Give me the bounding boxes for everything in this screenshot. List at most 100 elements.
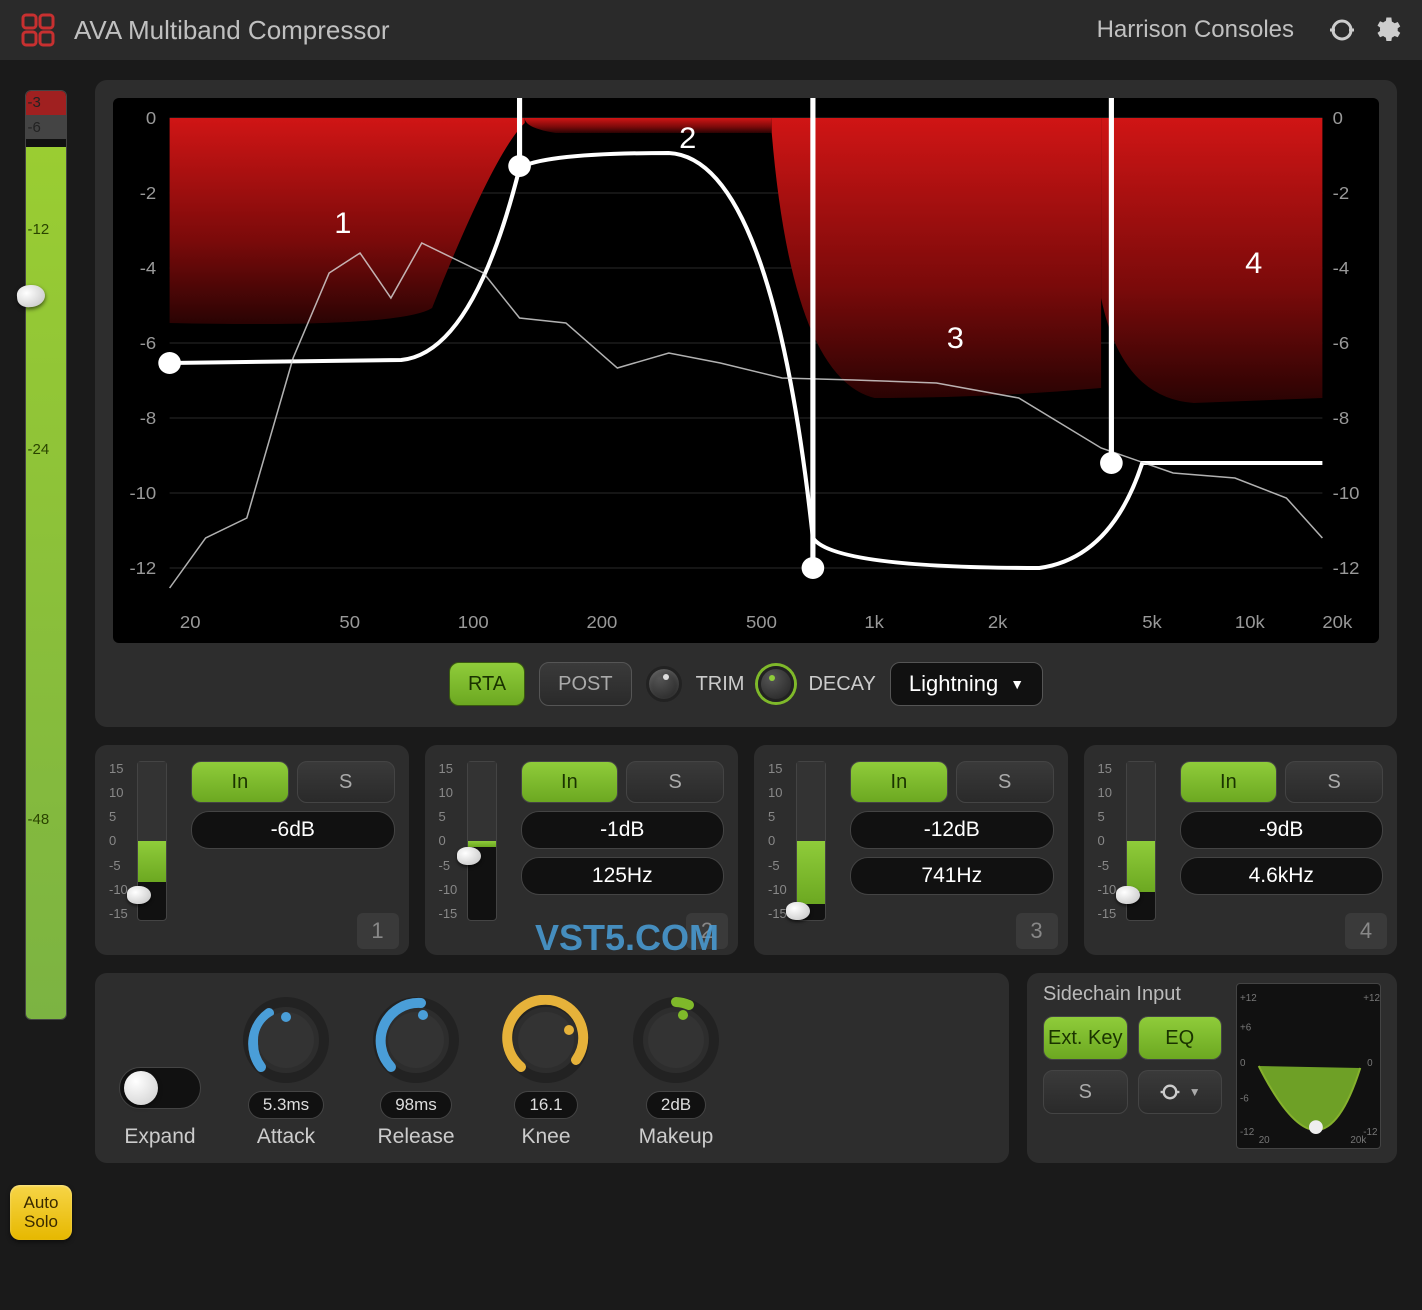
svg-text:-12: -12: [1240, 1127, 1254, 1138]
svg-text:-8: -8: [1333, 407, 1349, 428]
svg-text:-10: -10: [129, 482, 156, 503]
sc-solo-button[interactable]: S: [1043, 1070, 1128, 1114]
svg-text:-4: -4: [1333, 257, 1349, 278]
expand-label: Expand: [124, 1125, 195, 1149]
band-2-meter[interactable]: [467, 761, 497, 921]
svg-text:20: 20: [180, 611, 201, 632]
auto-solo-button[interactable]: Auto Solo: [10, 1185, 72, 1240]
rta-controls: RTA POST TRIM DECAY Lightning ▼: [113, 659, 1379, 709]
svg-text:+12: +12: [1240, 993, 1257, 1004]
band-2-number: 2: [686, 913, 728, 949]
svg-text:4: 4: [1245, 246, 1262, 280]
band-1-handle[interactable]: [127, 886, 151, 904]
svg-text:3: 3: [947, 321, 964, 355]
band-3-gain[interactable]: -12dB: [850, 811, 1054, 849]
svg-text:0: 0: [1333, 107, 1343, 128]
svg-text:0: 0: [1367, 1058, 1373, 1069]
sidechain-title: Sidechain Input: [1043, 983, 1222, 1006]
compressor-controls: Expand 5.3ms Attack 98ms Release: [95, 973, 1009, 1163]
band-4-in-button[interactable]: In: [1180, 761, 1278, 803]
band-3-handle[interactable]: [786, 902, 810, 920]
band-4-number: 4: [1345, 913, 1387, 949]
app-title: AVA Multiband Compressor: [74, 15, 1097, 46]
app-logo: [20, 12, 56, 48]
decay-preset-dropdown[interactable]: Lightning ▼: [890, 662, 1043, 706]
band-3-meter[interactable]: [796, 761, 826, 921]
sc-eq-button[interactable]: EQ: [1138, 1016, 1223, 1060]
svg-text:0: 0: [1240, 1058, 1246, 1069]
post-button[interactable]: POST: [539, 662, 631, 706]
sidechain-panel: Sidechain Input Ext. Key EQ S ▼: [1027, 973, 1397, 1163]
attack-value[interactable]: 5.3ms: [248, 1091, 324, 1119]
band-2-handle[interactable]: [457, 847, 481, 865]
header-bar: AVA Multiband Compressor Harrison Consol…: [0, 0, 1422, 60]
svg-text:-2: -2: [140, 182, 156, 203]
spectrum-graph[interactable]: 1 2 3 4 0-2-4-6-8-10-12 0-2-4-6-8-10-12 …: [113, 98, 1379, 643]
svg-text:20k: 20k: [1322, 611, 1353, 632]
sidechain-eq-graph[interactable]: +12+60-6-12 +120-12 2020k: [1236, 983, 1381, 1149]
sc-listen-dropdown[interactable]: ▼: [1138, 1070, 1223, 1114]
band-1-number: 1: [357, 913, 399, 949]
svg-text:20k: 20k: [1350, 1135, 1366, 1146]
gear-icon[interactable]: [1370, 14, 1402, 46]
attack-knob[interactable]: [241, 995, 331, 1085]
release-knob[interactable]: [371, 995, 461, 1085]
expand-toggle[interactable]: [119, 1067, 201, 1109]
svg-text:1: 1: [334, 206, 351, 240]
attack-label: Attack: [257, 1125, 315, 1149]
svg-text:-6: -6: [1240, 1094, 1249, 1105]
rta-button[interactable]: RTA: [449, 662, 525, 706]
decay-knob[interactable]: [758, 666, 794, 702]
svg-text:-4: -4: [140, 257, 156, 278]
graph-panel: 1 2 3 4 0-2-4-6-8-10-12 0-2-4-6-8-10-12 …: [95, 80, 1397, 727]
makeup-value[interactable]: 2dB: [646, 1091, 706, 1119]
decay-label: DECAY: [808, 673, 875, 696]
band-4-gain[interactable]: -9dB: [1180, 811, 1384, 849]
svg-text:0: 0: [146, 107, 156, 128]
svg-text:-6: -6: [1333, 332, 1349, 353]
band-4-freq[interactable]: 4.6kHz: [1180, 857, 1384, 895]
svg-text:200: 200: [586, 611, 617, 632]
svg-text:100: 100: [458, 611, 489, 632]
band-1-gain[interactable]: -6dB: [191, 811, 395, 849]
band-panel-1: 151050-5-10-15 In S -6dB 1: [95, 745, 409, 955]
band-2-freq[interactable]: 125Hz: [521, 857, 725, 895]
band-panel-2: 151050-5-10-15 In S -1dB 125Hz 2: [425, 745, 739, 955]
band-2-in-button[interactable]: In: [521, 761, 619, 803]
band-3-in-button[interactable]: In: [850, 761, 948, 803]
release-label: Release: [377, 1125, 454, 1149]
svg-text:1k: 1k: [864, 611, 884, 632]
svg-text:20: 20: [1259, 1135, 1270, 1146]
trim-label: TRIM: [696, 673, 745, 696]
ext-key-button[interactable]: Ext. Key: [1043, 1016, 1128, 1060]
svg-text:+6: +6: [1240, 1022, 1252, 1033]
svg-text:2k: 2k: [988, 611, 1008, 632]
band-2-gain[interactable]: -1dB: [521, 811, 725, 849]
svg-text:+12: +12: [1363, 993, 1380, 1004]
band-4-handle[interactable]: [1116, 886, 1140, 904]
band-panel-3: 151050-5-10-15 In S -12dB 741Hz 3: [754, 745, 1068, 955]
chevron-down-icon: ▼: [1010, 676, 1024, 692]
input-meter[interactable]: -3 -6 -12 -24 -48: [25, 90, 67, 1020]
preset-icon[interactable]: [1326, 14, 1358, 46]
band-1-in-button[interactable]: In: [191, 761, 289, 803]
knee-knob[interactable]: [501, 995, 591, 1085]
band-2-solo-button[interactable]: S: [626, 761, 724, 803]
trim-knob[interactable]: [646, 666, 682, 702]
makeup-label: Makeup: [639, 1125, 714, 1149]
svg-text:50: 50: [339, 611, 360, 632]
svg-text:-2: -2: [1333, 182, 1349, 203]
makeup-knob[interactable]: [631, 995, 721, 1085]
svg-text:-12: -12: [1333, 557, 1360, 578]
knee-label: Knee: [521, 1125, 570, 1149]
svg-text:10k: 10k: [1235, 611, 1266, 632]
band-3-number: 3: [1016, 913, 1058, 949]
svg-text:-10: -10: [1333, 482, 1360, 503]
band-3-solo-button[interactable]: S: [956, 761, 1054, 803]
knee-value[interactable]: 16.1: [514, 1091, 577, 1119]
svg-text:-8: -8: [140, 407, 156, 428]
band-1-solo-button[interactable]: S: [297, 761, 395, 803]
band-3-freq[interactable]: 741Hz: [850, 857, 1054, 895]
release-value[interactable]: 98ms: [380, 1091, 452, 1119]
band-4-solo-button[interactable]: S: [1285, 761, 1383, 803]
